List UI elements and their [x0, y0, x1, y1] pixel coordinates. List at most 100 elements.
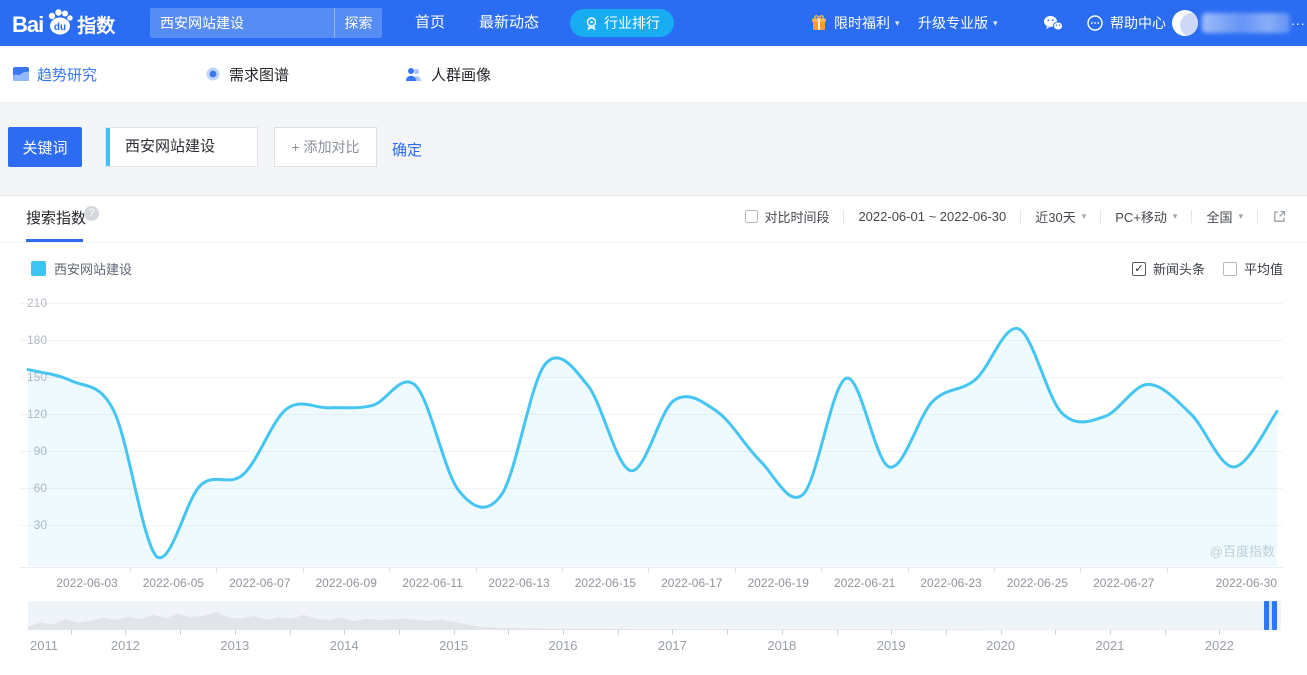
- x-axis-label: 2022-06-07: [229, 576, 291, 590]
- timeline-year-label: 2016: [548, 638, 578, 653]
- x-axis-label: 2022-06-30: [1215, 576, 1277, 590]
- tab-trend-research[interactable]: 趋势研究: [13, 46, 97, 102]
- confirm-link[interactable]: 确定: [392, 139, 422, 160]
- x-axis-label: 2022-06-09: [315, 576, 377, 590]
- timeline-year-label: 2018: [767, 638, 797, 653]
- nav-item-news[interactable]: 最新动态: [479, 0, 539, 46]
- gift-icon: [812, 15, 826, 30]
- tab-search-index[interactable]: 搜索指数: [26, 207, 86, 228]
- search-index-panel: 搜索指数 ? 对比时间段 2022-06-01 ~ 2022-06-30 近30…: [0, 195, 1307, 675]
- logo-text-product: 指数: [77, 16, 116, 37]
- x-axis-label: 2022-06-17: [661, 576, 723, 590]
- logo-text-bai: Bai: [12, 11, 44, 37]
- help-question-icon[interactable]: ?: [84, 206, 99, 221]
- region-dropdown[interactable]: 全国 ▾: [1206, 207, 1243, 226]
- chevron-down-icon: ▾: [895, 17, 900, 28]
- x-axis-tick: [994, 568, 995, 573]
- time-span-dropdown[interactable]: 近30天 ▾: [1035, 207, 1086, 226]
- news-headlines-checkbox[interactable]: ✓ 新闻头条: [1131, 259, 1205, 278]
- chevron-down-icon: ▾: [993, 17, 998, 28]
- tab-demand-label: 需求图谱: [229, 66, 290, 84]
- checkbox-checked-icon: ✓: [1131, 261, 1146, 276]
- timeline-axis: 2011 2012 2013 2014 2015 2016 2017 2018 2019 2020…: [28, 630, 1281, 660]
- series-legend-item[interactable]: 西安网站建设: [31, 259, 132, 278]
- user-name-blurred[interactable]: [1202, 13, 1290, 33]
- timeline-tick: [1219, 630, 1221, 635]
- medal-icon: [586, 16, 597, 30]
- timeline-data-shadow: [28, 612, 1281, 630]
- tab-persona-label: 人群画像: [431, 66, 492, 84]
- x-axis-tick: [648, 568, 650, 573]
- top-bar: Bai du 指数 探索 首页 最新动态 行业排行: [0, 0, 1307, 46]
- timeline-year-label: 2021: [1095, 638, 1125, 653]
- timeline-year-label: 2013: [220, 638, 250, 653]
- share-external-link-button[interactable]: [1272, 209, 1287, 224]
- tab-audience-persona[interactable]: 人群画像: [405, 46, 491, 102]
- x-axis-label: 2022-06-23: [920, 576, 982, 590]
- demand-graph-icon: [206, 67, 220, 81]
- search-submit-button[interactable]: 探索: [334, 8, 382, 38]
- x-axis-label: 2022-06-25: [1006, 576, 1069, 590]
- x-axis-label: 2022-06-13: [488, 576, 550, 590]
- wechat-button[interactable]: [1042, 0, 1064, 46]
- nav-item-home[interactable]: 首页: [415, 0, 445, 46]
- x-axis-tick: [1166, 568, 1168, 573]
- promo-menu[interactable]: 限时福利 ▾: [810, 0, 900, 46]
- timeline-tick: [508, 630, 510, 635]
- curve-area: [28, 328, 1277, 566]
- x-axis-tick: [475, 568, 477, 573]
- timeline-handle-right[interactable]: [1272, 601, 1277, 630]
- help-chat-icon: [1087, 15, 1103, 31]
- checkbox-icon: [745, 210, 759, 223]
- timeline-year-label: 2019: [876, 638, 906, 653]
- timeline-year-label: 2011: [30, 638, 58, 653]
- timeline-year-label: 2020: [986, 638, 1016, 653]
- timeline-tick: [398, 630, 400, 635]
- compare-period-checkbox[interactable]: 对比时间段: [745, 207, 829, 226]
- timeline-handle-left[interactable]: [1264, 601, 1269, 630]
- overlay-toggles: ✓ 新闻头条 平均值: [1114, 259, 1283, 278]
- compare-period-label: 对比时间段: [764, 210, 830, 225]
- search-input[interactable]: [150, 15, 334, 31]
- tab-demand-graph[interactable]: 需求图谱: [205, 46, 289, 102]
- x-axis-tick: [1080, 568, 1082, 573]
- x-axis-tick: [130, 568, 131, 573]
- add-compare-button[interactable]: + 添加对比: [274, 127, 377, 167]
- timeline-tick: [1000, 630, 1002, 635]
- timeline-tick: [617, 630, 619, 635]
- timeline-slider[interactable]: [28, 601, 1281, 630]
- date-range-picker[interactable]: 2022-06-01 ~ 2022-06-30: [858, 209, 1006, 224]
- user-avatar[interactable]: [1172, 10, 1198, 36]
- device-dropdown[interactable]: PC+移动 ▾: [1115, 207, 1177, 226]
- baidu-index-logo[interactable]: Bai du 指数: [12, 7, 115, 42]
- x-axis-label: 2022-06-11: [402, 576, 463, 590]
- legend-series-name: 西安网站建设: [54, 262, 133, 277]
- timeline-tick: [180, 630, 182, 635]
- user-menu-ellipsis[interactable]: ...: [1291, 12, 1306, 28]
- timeline-tick: [945, 630, 947, 635]
- x-axis-tick: [907, 568, 909, 573]
- x-axis-label: 2022-06-19: [747, 576, 809, 590]
- wechat-icon: [1044, 15, 1064, 30]
- help-center-label: 帮助中心: [1110, 15, 1166, 31]
- trend-chart[interactable]: @百度指数 3060901201501802102022-06-032022-0…: [20, 295, 1283, 595]
- divider: [1020, 210, 1022, 223]
- timeline-shadow-path: [28, 612, 1281, 630]
- timeline-tick: [891, 630, 893, 635]
- timeline-year-label: 2014: [329, 638, 359, 653]
- external-link-icon: [1274, 210, 1286, 222]
- x-axis-tick: [302, 568, 304, 573]
- help-center-link[interactable]: 帮助中心: [1086, 0, 1166, 46]
- x-axis-label: 2022-06-27: [1093, 576, 1155, 590]
- upgrade-menu[interactable]: 升级专业版 ▾: [918, 0, 998, 46]
- trend-chart-icon: [13, 67, 29, 81]
- nav-item-industry-ranking[interactable]: 行业排行: [570, 9, 674, 37]
- x-axis-label: 2022-06-15: [574, 576, 637, 590]
- keyword-type-button[interactable]: 关键词: [8, 127, 82, 167]
- average-value-checkbox[interactable]: 平均值: [1222, 259, 1283, 278]
- keyword-chip[interactable]: 西安网站建设: [105, 127, 258, 167]
- industry-ranking-label: 行业排行: [604, 15, 660, 31]
- chevron-down-icon: ▾: [1172, 211, 1178, 221]
- timeline-tick: [727, 630, 729, 635]
- index-curve: [26, 327, 1279, 566]
